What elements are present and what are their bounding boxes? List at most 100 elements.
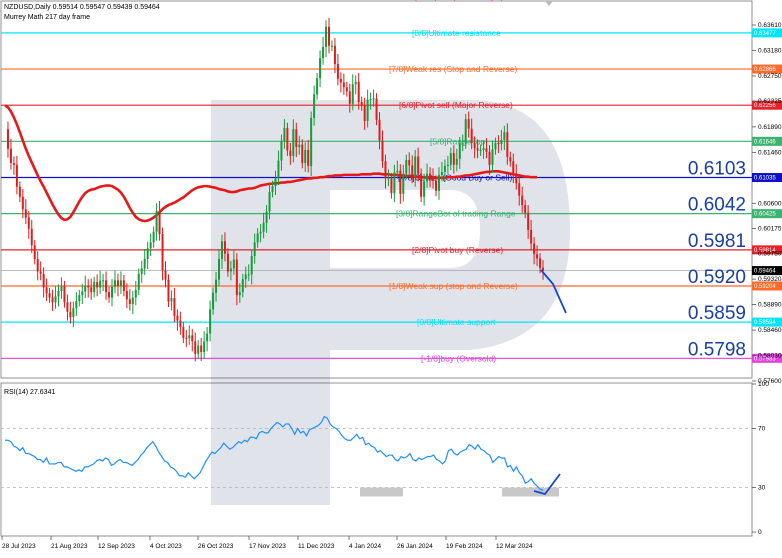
level-value-marker: 0.6042	[688, 195, 746, 216]
candle-body	[316, 78, 319, 95]
candle-body	[72, 308, 75, 318]
candle-body	[429, 173, 432, 178]
candle-body	[170, 298, 173, 302]
rsi-tick-label: 100	[758, 381, 769, 388]
candle-body	[539, 258, 542, 268]
candle-body	[137, 273, 140, 290]
candle-body	[140, 268, 143, 274]
candle-body	[521, 195, 524, 206]
candle-body	[384, 161, 387, 179]
rsi-label: RSI(14) 27.6341	[4, 389, 55, 396]
candle-body	[39, 271, 42, 274]
candle-body	[420, 173, 423, 197]
candle-body	[21, 196, 24, 210]
candle-body	[259, 231, 262, 234]
candle-body	[333, 45, 336, 65]
time-tick-label: 19 Feb 2024	[446, 543, 483, 550]
candle-body	[105, 280, 108, 293]
chart-svg: [+1/8]Sell (Overbought) [8/8]Ultimate res…	[0, 0, 782, 550]
candle-body	[348, 91, 351, 104]
candle-body	[280, 141, 283, 161]
candle-body	[215, 279, 218, 293]
candle-body	[292, 129, 295, 156]
candle-body	[497, 142, 500, 145]
candle-body	[327, 26, 330, 46]
candle-body	[509, 157, 512, 162]
candle-body	[176, 315, 179, 321]
candle-body	[319, 58, 322, 79]
level-price-tag-text: 0.58594	[754, 320, 776, 326]
murrey-label: [1/8]Weak sup (stop and Reverse)	[389, 281, 518, 291]
candle-body	[426, 173, 429, 182]
candle-body	[417, 156, 420, 174]
candle-body	[119, 280, 122, 287]
time-tick-label: 21 Aug 2023	[51, 543, 88, 550]
candle-body	[12, 163, 15, 165]
candle-body	[482, 148, 485, 150]
oversold-zone	[360, 487, 403, 497]
candle-body	[411, 165, 414, 177]
price-tick-label: 0.63610	[758, 22, 782, 29]
candle-body	[253, 242, 256, 257]
candle-body	[530, 229, 533, 244]
candle-body	[310, 117, 313, 166]
candle-body	[218, 258, 221, 280]
candle-body	[241, 279, 244, 293]
candle-body	[125, 290, 128, 300]
level-value-marker: 0.6103	[688, 159, 746, 180]
level-price-tag-text: 0.61035	[754, 176, 776, 182]
candle-body	[30, 228, 33, 246]
candle-body	[232, 259, 235, 269]
price-axis: 0.63610 0.63180 0.62750 0.62325 0.61890 0.614…	[752, 22, 782, 385]
candle-body	[54, 296, 57, 303]
price-tick-label: 0.58890	[758, 302, 782, 309]
level-value-marker: 0.5859	[688, 303, 746, 324]
candle-body	[533, 243, 536, 255]
candle-body	[393, 172, 396, 194]
candle-body	[527, 212, 530, 230]
candle-body	[200, 345, 203, 352]
candle-body	[158, 210, 161, 235]
oversold-zone	[502, 487, 559, 497]
murrey-label: [8/8]Ultimate resistance	[412, 28, 501, 38]
price-tick-label: 0.61890	[758, 124, 782, 131]
price-tick-label: 0.63180	[758, 47, 782, 54]
murrey-label: [0/8]Ultimate support	[417, 317, 496, 327]
price-tick-label: 0.60600	[758, 200, 782, 207]
candle-body	[372, 98, 375, 100]
candle-body	[99, 280, 102, 288]
candle-body	[378, 119, 381, 141]
candle-body	[488, 151, 491, 165]
candle-body	[179, 320, 182, 328]
candle-body	[515, 174, 518, 184]
price-tick-label: 0.59320	[758, 276, 782, 283]
candle-body	[15, 164, 18, 187]
candle-body	[81, 291, 84, 296]
candle-body	[60, 286, 63, 291]
candle-body	[461, 143, 464, 145]
candle-body	[42, 273, 45, 288]
price-tick-label: 0.58030	[758, 353, 782, 360]
candle-body	[220, 241, 223, 259]
candle-body	[277, 160, 280, 179]
candle-body	[354, 81, 357, 85]
time-axis: 28 Jul 2023 21 Aug 2023 12 Sep 2023 4 Oct 2…	[1, 536, 533, 550]
price-tick-label: 0.62325	[758, 98, 782, 105]
candle-body	[229, 268, 232, 272]
candle-body	[194, 341, 197, 354]
candle-body	[113, 280, 116, 287]
candle-body	[161, 234, 164, 271]
candle-body	[226, 253, 229, 272]
candle-body	[449, 152, 452, 165]
candle-body	[399, 170, 402, 194]
candle-body	[446, 164, 449, 166]
candle-body	[262, 222, 265, 232]
candle-body	[458, 143, 461, 159]
candle-body	[274, 178, 277, 187]
candle-body	[6, 129, 9, 149]
rsi-tick-label: 0	[758, 529, 762, 536]
level-price-tag-text: 0.59204	[754, 284, 776, 290]
time-tick-label: 26 Oct 2023	[198, 543, 234, 550]
candle-body	[96, 282, 99, 288]
candle-body	[146, 248, 149, 259]
